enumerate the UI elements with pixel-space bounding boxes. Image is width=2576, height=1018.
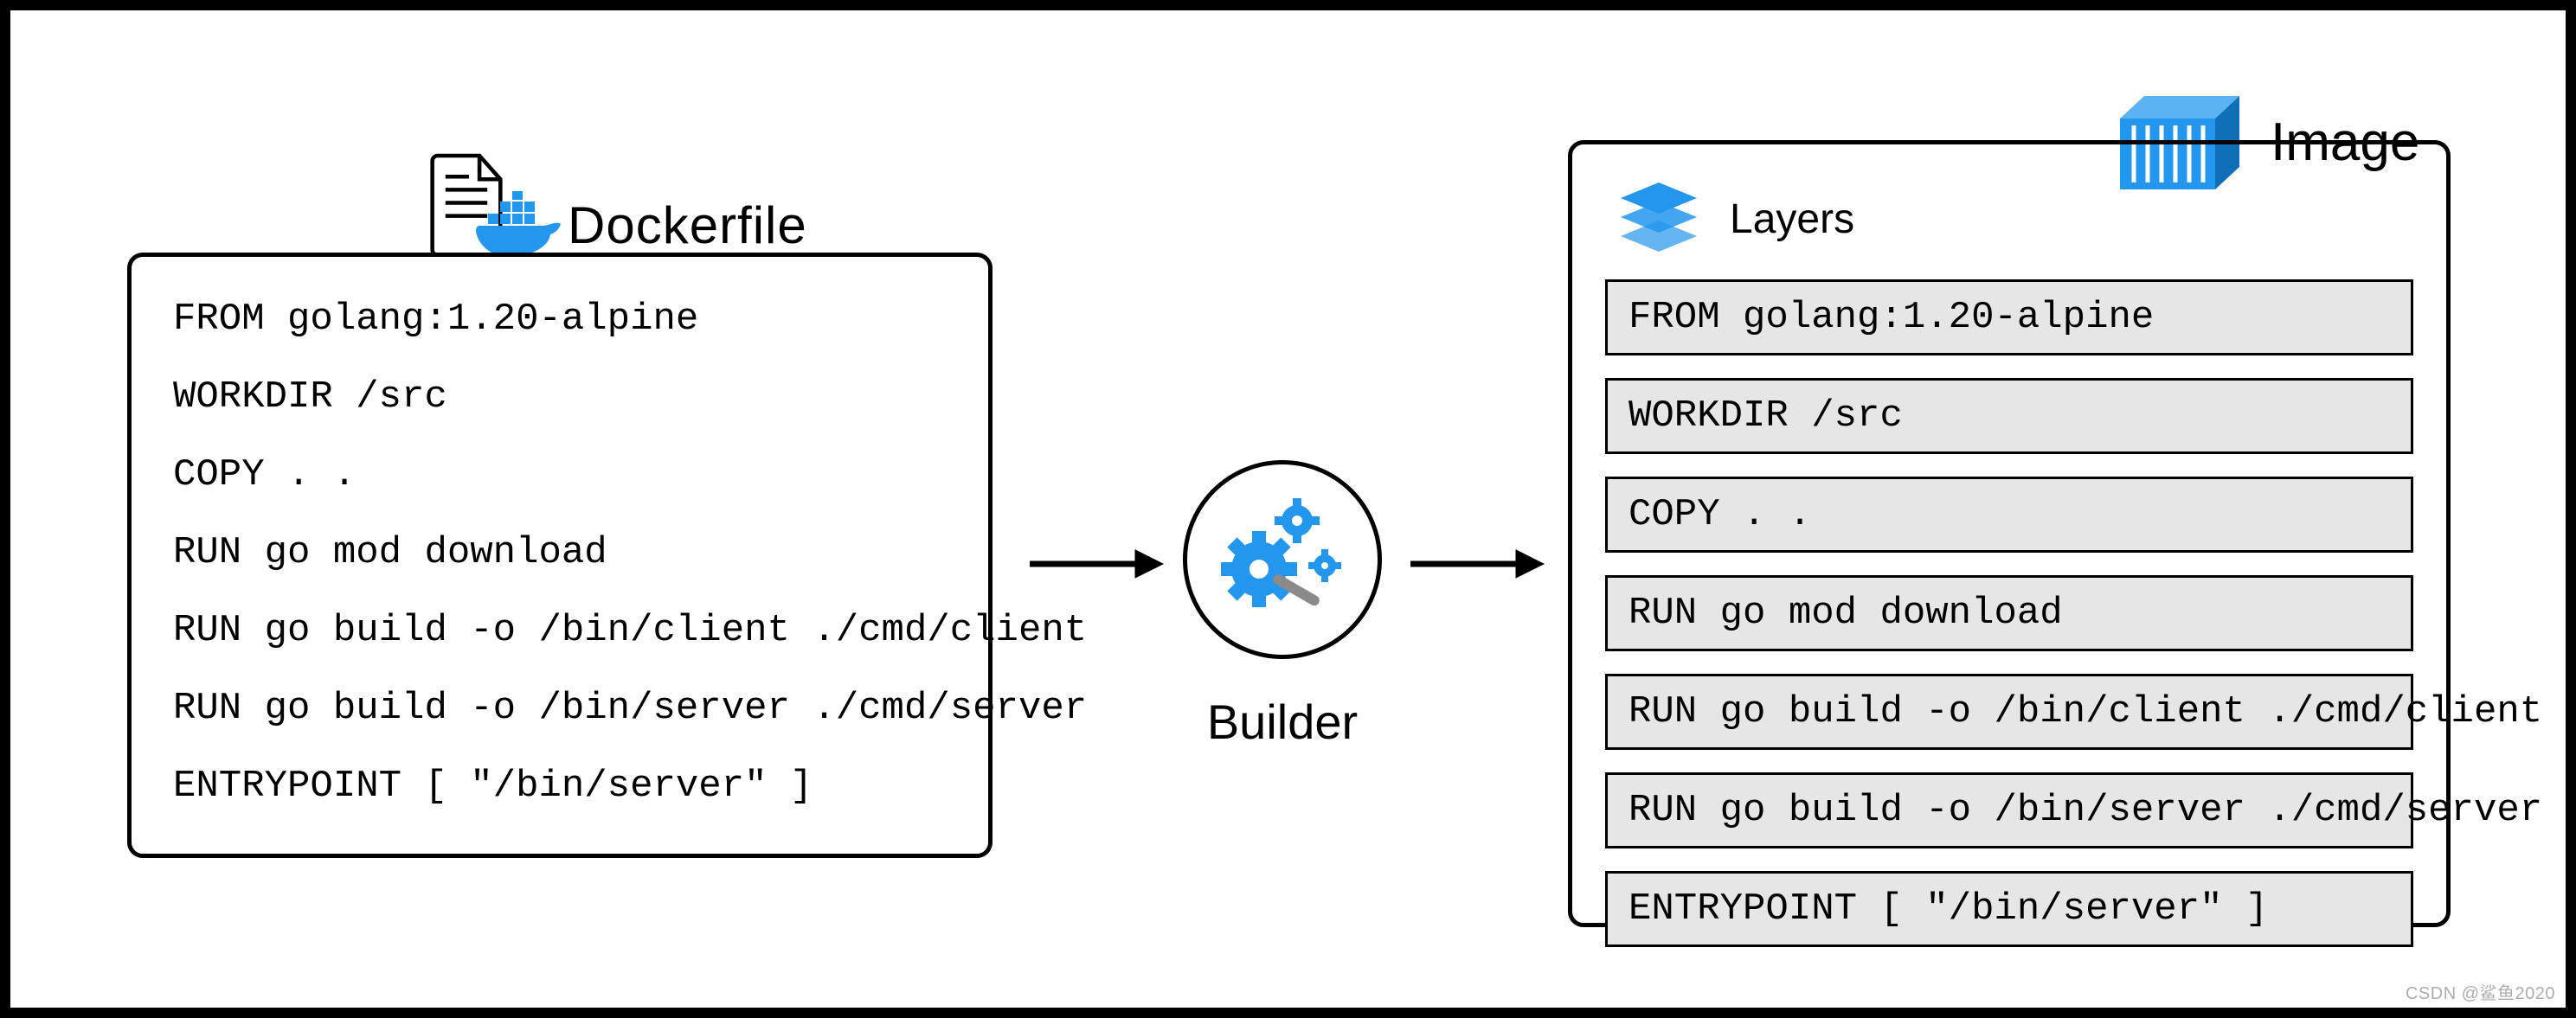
layers-stack-icon xyxy=(1617,181,1700,257)
dockerfile-line: RUN go build -o /bin/server ./cmd/server xyxy=(173,689,954,727)
dockerfile-line: WORKDIR /src xyxy=(173,378,954,416)
image-panel: Layers FROM golang:1.20-alpine WORKDIR /… xyxy=(1568,140,2451,927)
dockerfile-line: RUN go mod download xyxy=(173,534,954,572)
dockerfile-line: RUN go build -o /bin/client ./cmd/client xyxy=(173,611,954,650)
image-layer: ENTRYPOINT [ "/bin/server" ] xyxy=(1605,871,2413,947)
builder-label: Builder xyxy=(1183,694,1382,750)
image-layer: RUN go mod download xyxy=(1605,575,2413,651)
dockerfile-panel: FROM golang:1.20-alpine WORKDIR /src COP… xyxy=(127,253,992,858)
dockerfile-line: COPY . . xyxy=(173,456,954,494)
dockerfile-line: FROM golang:1.20-alpine xyxy=(173,300,954,338)
arrow-right-icon xyxy=(1404,538,1551,590)
builder-circle xyxy=(1183,460,1382,659)
image-layer: FROM golang:1.20-alpine xyxy=(1605,279,2413,355)
gears-icon xyxy=(1209,486,1356,633)
dockerfile-line: ENTRYPOINT [ "/bin/server" ] xyxy=(173,767,954,805)
arrow-left-icon xyxy=(1023,538,1170,590)
layers-label: Layers xyxy=(1730,195,1854,243)
watermark: CSDN @鲨鱼2020 xyxy=(2406,979,2555,1004)
docker-whale-icon xyxy=(472,191,568,260)
dockerfile-title: Dockerfile xyxy=(568,195,807,255)
layers-header: Layers xyxy=(1617,181,2413,257)
diagram-frame: Dockerfile FROM golang:1.20-alpine WORKD… xyxy=(0,0,2576,1018)
image-layer: RUN go build -o /bin/server ./cmd/server xyxy=(1605,772,2413,848)
image-layer: RUN go build -o /bin/client ./cmd/client xyxy=(1605,674,2413,750)
image-layer: WORKDIR /src xyxy=(1605,378,2413,454)
dockerfile-title-group: Dockerfile xyxy=(408,153,828,255)
image-layer: COPY . . xyxy=(1605,477,2413,553)
